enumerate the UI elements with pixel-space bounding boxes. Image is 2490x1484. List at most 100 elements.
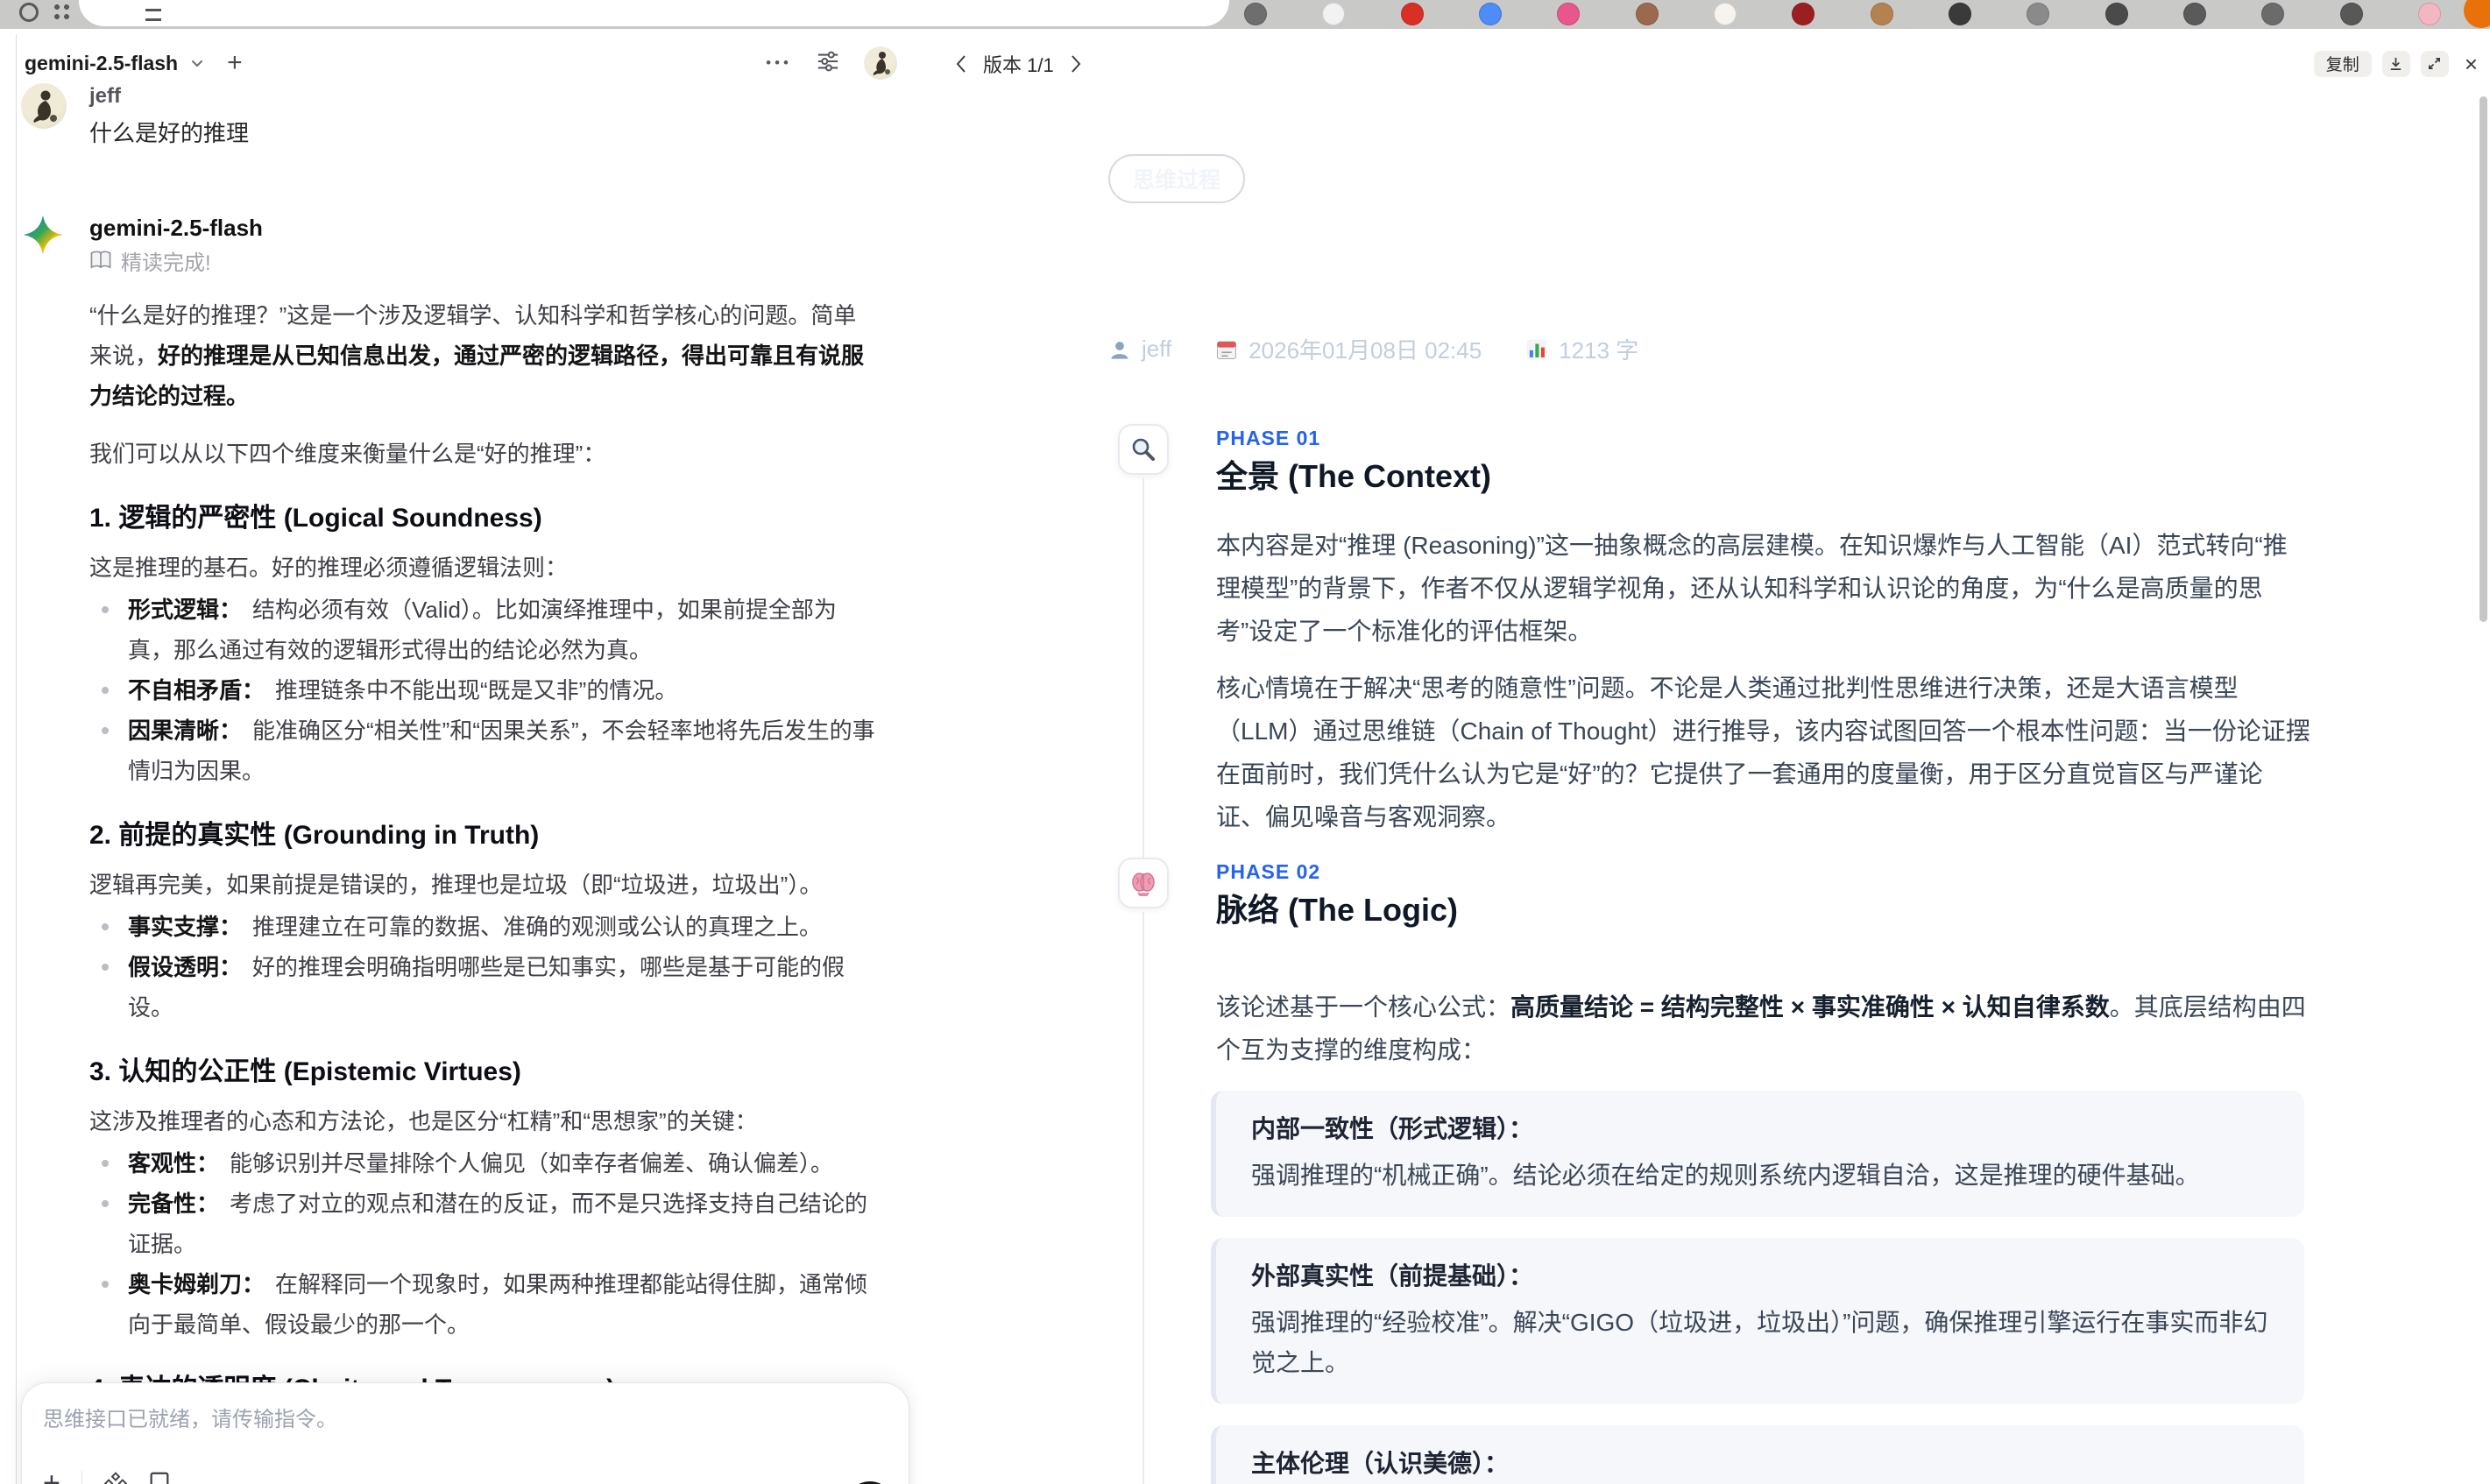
attach-button[interactable]: + (43, 1468, 60, 1484)
assistant-lead-paragraph: 我们可以从以下四个维度来衡量什么是“好的推理”： (89, 441, 606, 467)
user-message: jeff 什么是好的推理 (21, 83, 878, 150)
assistant-status-row: 精读完成! (89, 250, 878, 278)
assistant-sections: 1. 逻辑的严密性 (Logical Soundness) 这是推理的基石。好的推… (89, 500, 878, 1484)
report-phases: PHASE 01 全景 (The Context) 本内容是对“推理 (Reason… (1005, 424, 2341, 1484)
browser-extension-icon[interactable] (1478, 3, 1502, 25)
scrollbar-thumb[interactable] (2479, 96, 2487, 622)
browser-extension-icon[interactable] (1322, 3, 1346, 25)
message-list[interactable]: jeff 什么是好的推理 gemini-2.5-flash 精读完成! “什么是… (21, 80, 878, 1484)
composer[interactable]: 思维接口已就绪，请传输指令。 + (21, 1382, 909, 1484)
text-run: 该论述基于一个核心公式： (1216, 993, 1511, 1021)
user-message-avatar[interactable] (21, 83, 67, 129)
list-item: 因果清晰： 能准确区分“相关性”和“因果关系”，不会轻率地将先后发生的事情归为因果… (89, 710, 878, 791)
report-phase: PHASE 01 全景 (The Context) 本内容是对“推理 (Reason… (1005, 424, 2341, 858)
phase-title: 脉络 (The Logic) (1216, 892, 1458, 928)
report-hero: 思维过程 精读分析报告 jeff 2026年01月08日 02:45 1213 … (1005, 98, 2341, 378)
list-item: 奥卡姆剃刀： 在解释同一个现象时，如果两种推理都能站得住脚，通常倾向于最简单、假设… (89, 1264, 878, 1345)
user-message-text: 什么是好的推理 (89, 120, 250, 146)
dimension-card: 内部一致性（形式逻辑）： 强调推理的“机械正确”。结论必须在给定的规则系统内逻辑自… (1211, 1091, 2304, 1217)
browser-extension-icon[interactable] (1635, 3, 1659, 25)
phase-lead-paragraph: 该论述基于一个核心公式：高质量结论 = 结构完整性 × 事实准确性 × 认知自律… (1216, 986, 2311, 1071)
browser-apps-grid-icon[interactable] (53, 3, 72, 22)
browser-extension-icon[interactable] (2339, 3, 2363, 25)
report-title: 精读分析报告 (1108, 236, 1361, 282)
browser-extension-icon[interactable] (2182, 3, 2206, 25)
calendar-icon (1215, 338, 1238, 361)
browser-toolbar (0, 0, 2490, 29)
more-options-button[interactable]: ••• (766, 54, 792, 72)
list-item: 形式逻辑： 结构必须有效（Valid）。比如演绎推理中，如果前提全部为真，那么通过… (89, 590, 878, 670)
browser-profile-icon[interactable] (2464, 0, 2490, 28)
browser-extensions-row (1244, 3, 2441, 25)
report-date: 2026年01月08日 02:45 (1249, 337, 1482, 364)
browser-extension-icon[interactable] (1870, 3, 1893, 25)
chevron-down-icon[interactable] (188, 54, 206, 72)
composer-actions: + (43, 1459, 895, 1484)
bullet-label: 事实支撑： (128, 914, 243, 940)
browser-address-bar[interactable] (79, 0, 1229, 26)
next-version-button[interactable] (1066, 51, 1086, 77)
report-meta: jeff 2026年01月08日 02:45 1213 字 (1108, 333, 2238, 365)
user-avatar[interactable] (864, 46, 897, 80)
copy-button[interactable]: 复制 (2313, 50, 2372, 77)
browser-extension-icon[interactable] (1557, 3, 1581, 25)
brain-icon (1118, 858, 1169, 908)
prev-version-button[interactable] (951, 51, 971, 77)
list-item: 不自相矛盾： 推理链条中不能出现“既是又非”的情况。 (89, 670, 878, 710)
fullscreen-button[interactable] (2420, 50, 2449, 77)
version-label: 版本 1/1 (983, 53, 1054, 76)
assistant-intro-paragraph: “什么是好的推理？”这是一个涉及逻辑学、认知科学和哲学核心的问题。简单来说，好的… (89, 295, 878, 416)
chat-title[interactable]: gemini-2.5-flash (25, 52, 178, 75)
bullet-label: 因果清晰： (128, 717, 243, 744)
list-item: 完备性： 考虑了对立的观点和潜在的反证，而不是只选择支持自己结论的证据。 (89, 1184, 878, 1264)
section-heading: 1. 逻辑的严密性 (Logical Soundness) (89, 504, 542, 533)
divider (81, 1471, 82, 1484)
browser-extension-icon[interactable] (2417, 3, 2441, 25)
bullet-label: 客观性： (128, 1150, 220, 1177)
commands-icon[interactable] (103, 1471, 128, 1484)
model-settings-icon[interactable] (817, 50, 839, 77)
section-heading: 3. 认知的公正性 (Epistemic Virtues) (89, 1057, 521, 1086)
bullet-text: 考虑了对立的观点和潜在的反证，而不是只选择支持自己结论的证据。 (128, 1191, 868, 1257)
phase-label: PHASE 02 (1216, 860, 1321, 883)
report-badge: 思维过程 (1108, 154, 1246, 203)
bookmark-icon[interactable] (149, 1471, 170, 1484)
bullet-label: 不自相矛盾： (128, 677, 265, 703)
bold-text: 高质量结论 = 结构完整性 × 事实准确性 × 认知自律系数 (1510, 993, 2110, 1021)
section-intro: 这涉及推理者的心态和方法论，也是区分“杠精”和“思想家”的关键： (89, 1108, 758, 1134)
composer-input[interactable]: 思维接口已就绪，请传输指令。 (43, 1406, 888, 1434)
browser-extension-icon[interactable] (1244, 3, 1267, 25)
browser-extension-icon[interactable] (1713, 3, 1737, 25)
close-icon[interactable]: × (2465, 53, 2478, 75)
assistant-status: 精读完成! (121, 251, 211, 275)
assistant-name: gemini-2.5-flash (89, 215, 263, 241)
phase-label: PHASE 01 (1216, 427, 1321, 449)
download-button[interactable] (2381, 50, 2410, 77)
chat-panel: gemini-2.5-flash + ••• jeff 什么是好的推理 gemi… (0, 29, 911, 1484)
chat-header: gemini-2.5-flash + ••• (25, 38, 897, 88)
bold-text: 好的推理是从已知信息出发，通过严密的逻辑路径，得出可靠且有说服力结论的过程。 (89, 343, 865, 409)
browser-extension-icon[interactable] (1948, 3, 1971, 25)
bullet-label: 完备性： (128, 1191, 220, 1217)
screen: gemini-2.5-flash + ••• jeff 什么是好的推理 gemi… (0, 0, 2490, 1484)
artifact-content[interactable]: 思维过程 精读分析报告 jeff 2026年01月08日 02:45 1213 … (1005, 98, 2341, 1484)
bar-chart-icon (1525, 338, 1548, 361)
assistant-message: gemini-2.5-flash 精读完成! “什么是好的推理？”这是一个涉及逻… (21, 213, 878, 1484)
section-heading: 2. 前提的真实性 (Grounding in Truth) (89, 821, 540, 850)
browser-extension-icon[interactable] (2104, 3, 2128, 25)
list-item: 客观性： 能够识别并尽量排除个人偏见（如幸存者偏差、确认偏差）。 (89, 1143, 878, 1184)
bullet-label: 假设透明： (128, 954, 243, 980)
bullet-label: 奥卡姆剃刀： (128, 1271, 265, 1297)
report-author: jeff (1142, 336, 1172, 362)
card-title: 主体伦理（认识美德）： (1251, 1450, 1510, 1477)
browser-extension-icon[interactable] (2027, 3, 2050, 25)
browser-extension-icon[interactable] (1400, 3, 1424, 25)
browser-history-icon[interactable] (19, 3, 39, 22)
section-intro: 这是推理的基石。好的推理必须遵循逻辑法则： (89, 555, 569, 581)
book-icon (89, 250, 112, 278)
browser-extension-icon[interactable] (2261, 3, 2285, 25)
new-chat-button[interactable]: + (227, 50, 243, 76)
browser-extension-icon[interactable] (1792, 3, 1815, 25)
report-phase: PHASE 02 脉络 (The Logic) 该论述基于一个核心公式：高质量结论 … (1005, 858, 2341, 1484)
dimension-cards: 内部一致性（形式逻辑）： 强调推理的“机械正确”。结论必须在给定的规则系统内逻辑自… (1211, 1091, 2341, 1484)
